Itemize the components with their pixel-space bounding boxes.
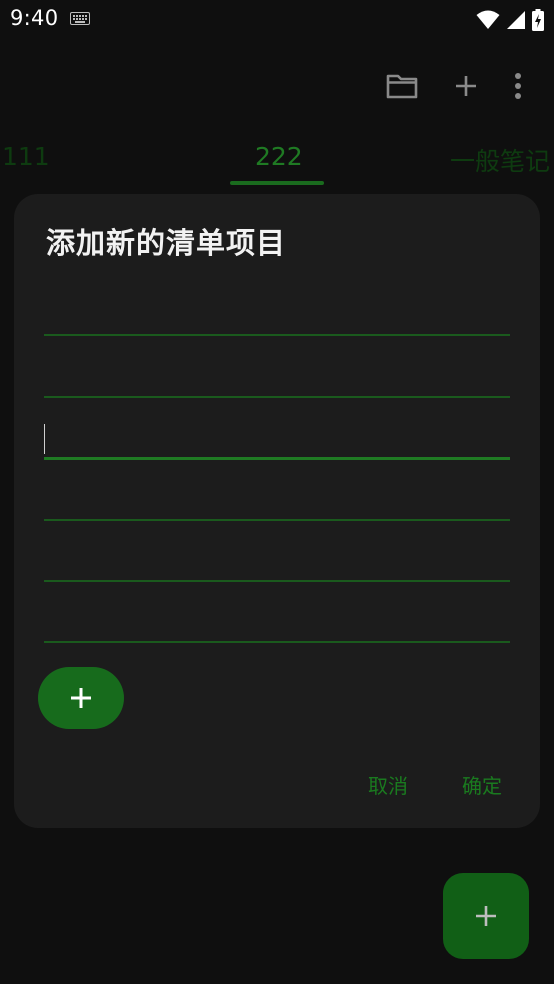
confirm-button[interactable]: 确定 <box>454 766 510 803</box>
status-icons <box>476 6 544 34</box>
checklist-item-input[interactable] <box>44 542 510 580</box>
app-bar-actions <box>370 62 538 110</box>
field-underline <box>44 519 510 521</box>
dialog-actions: 取消 确定 <box>360 766 510 803</box>
field-underline <box>44 641 510 643</box>
more-options-button[interactable] <box>498 62 538 110</box>
add-button[interactable] <box>434 62 498 110</box>
checklist-item-input[interactable] <box>44 296 510 334</box>
tab-bar: 111 222 一般笔记 <box>0 134 554 188</box>
field-underline <box>44 580 510 582</box>
add-icon <box>456 76 476 96</box>
checklist-item-field[interactable] <box>44 542 510 582</box>
battery-charging-icon <box>532 9 544 31</box>
field-underline <box>44 334 510 336</box>
folder-button[interactable] <box>370 62 434 110</box>
add-icon <box>476 906 496 926</box>
more-vert-icon <box>515 73 521 99</box>
add-icon <box>71 688 91 708</box>
checklist-item-input[interactable] <box>44 603 510 641</box>
checklist-item-field[interactable] <box>44 603 510 643</box>
tab-indicator <box>230 181 324 185</box>
text-cursor <box>44 424 45 454</box>
checklist-item-input[interactable] <box>44 420 510 458</box>
add-fab[interactable] <box>443 873 529 959</box>
folder-icon <box>386 74 418 99</box>
add-item-button[interactable] <box>38 667 124 729</box>
cancel-button[interactable]: 取消 <box>360 766 416 803</box>
checklist-item-field[interactable] <box>44 481 510 521</box>
checklist-item-input[interactable] <box>44 358 510 396</box>
status-bar: 9:40 <box>0 0 554 40</box>
tab-222[interactable]: 222 <box>255 142 303 171</box>
checklist-item-field-focused[interactable] <box>44 420 510 460</box>
wifi-icon <box>476 10 500 29</box>
checklist-item-field[interactable] <box>44 296 510 336</box>
field-underline <box>44 396 510 398</box>
checklist-item-field[interactable] <box>44 358 510 398</box>
dialog-title: 添加新的清单项目 <box>46 226 287 260</box>
tab-111[interactable]: 111 <box>2 142 50 171</box>
add-checklist-dialog: 添加新的清单项目 取消 确定 <box>14 194 540 828</box>
signal-icon <box>507 11 525 29</box>
field-underline <box>44 457 510 460</box>
tab-general-notes[interactable]: 一般笔记 <box>450 142 550 178</box>
checklist-item-input[interactable] <box>44 481 510 519</box>
keyboard-icon <box>70 12 90 25</box>
status-time: 9:40 <box>10 6 59 30</box>
